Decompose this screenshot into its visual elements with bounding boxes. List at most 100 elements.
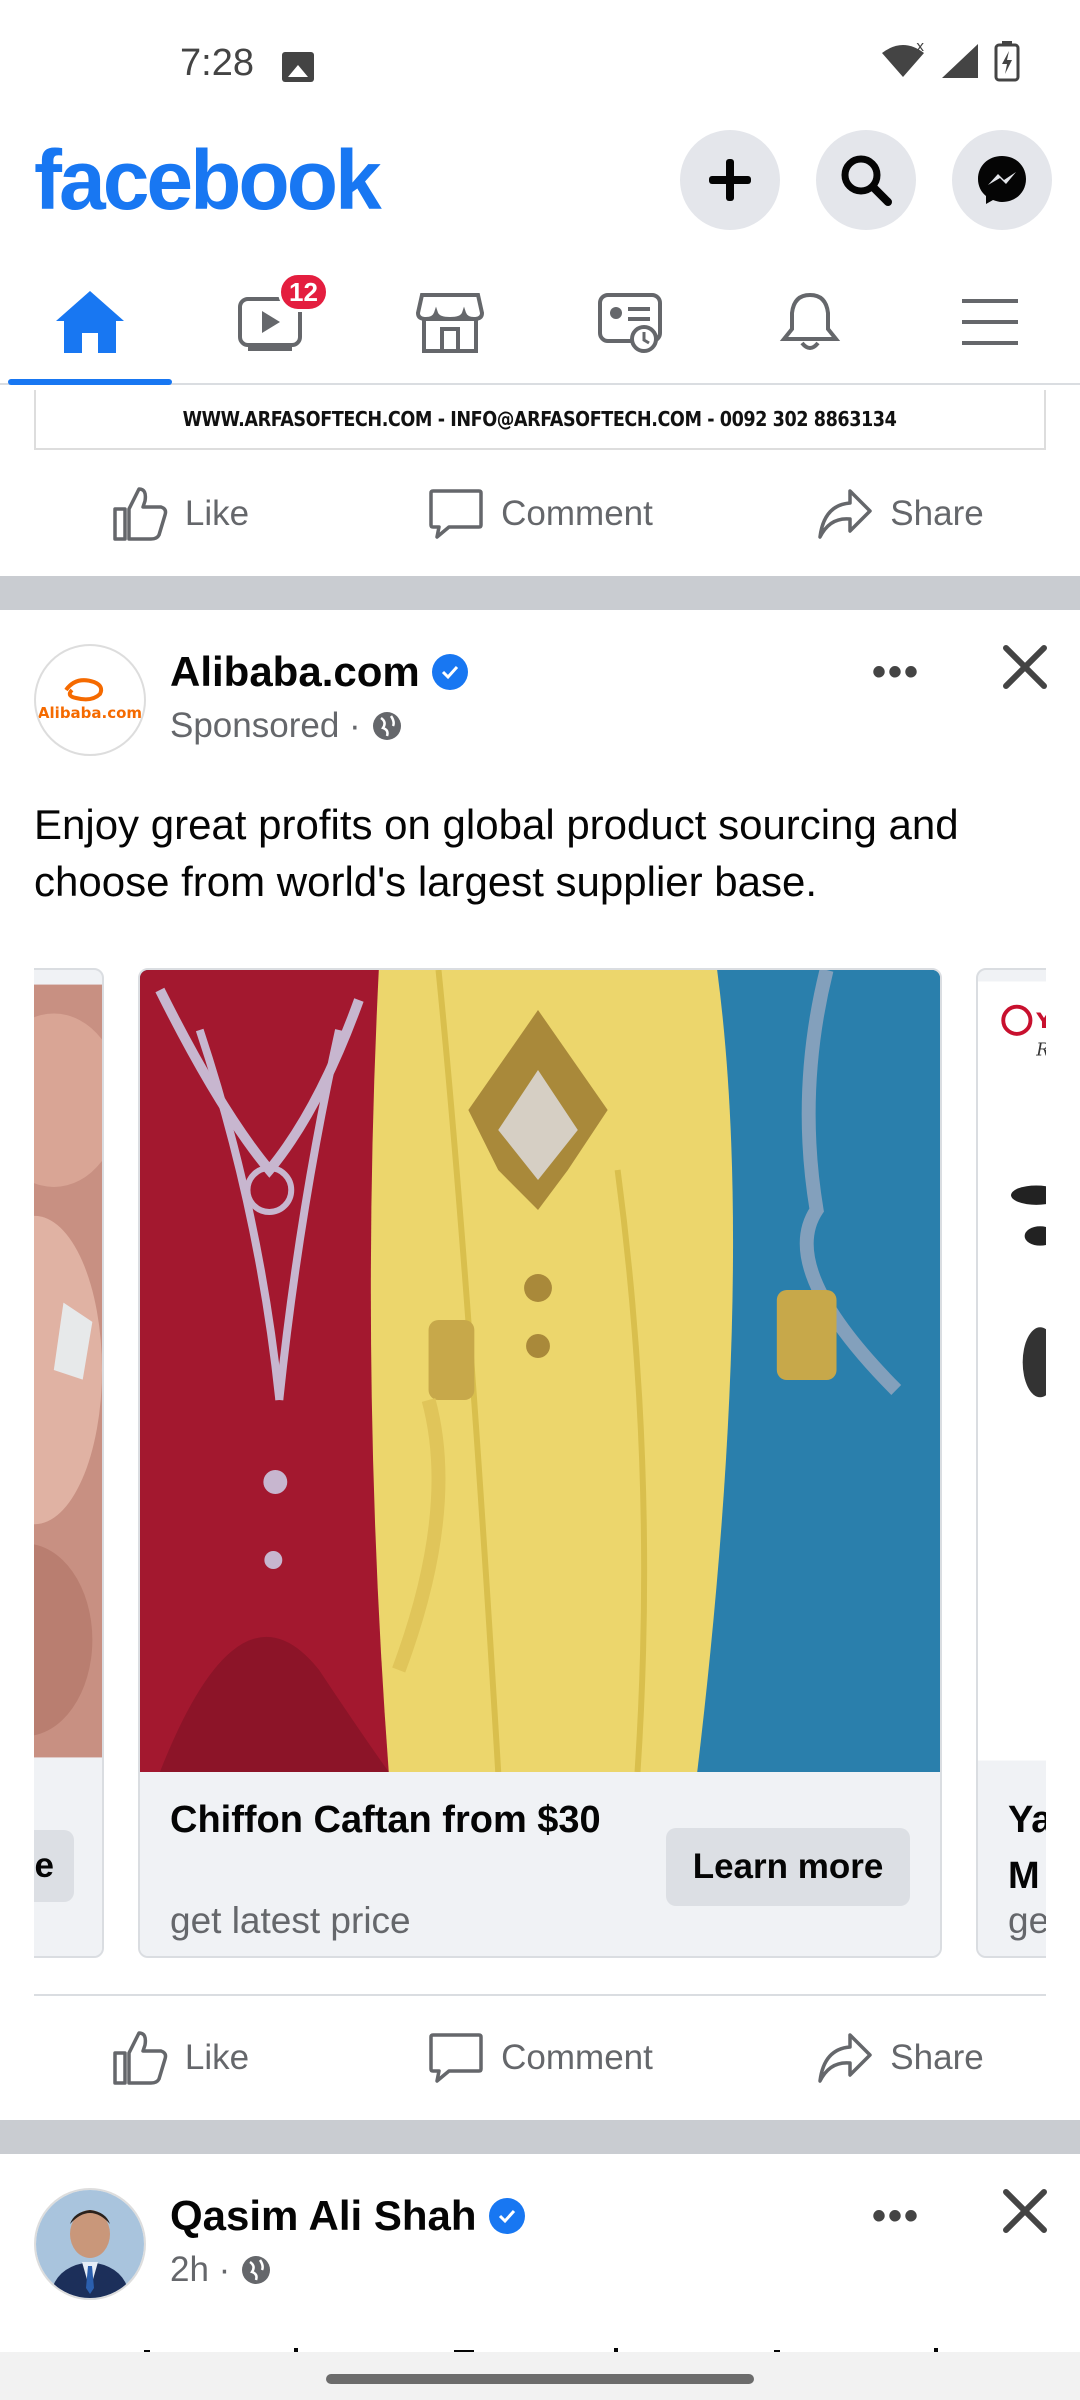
post-author[interactable]: Alibaba.com [170,648,468,696]
post-author[interactable]: Qasim Ali Shah [170,2192,525,2240]
card-subtitle: get latest price [170,1900,411,1941]
globe-icon [242,2256,271,2284]
like-icon [113,487,168,541]
hide-post-button[interactable] [1002,2188,1048,2239]
share-button[interactable]: Share [720,464,1080,564]
avatar[interactable]: Alibaba.com [34,644,146,756]
share-label: Share [890,494,984,533]
comment-button[interactable]: Comment [360,2008,720,2108]
close-icon [1003,645,1047,689]
status-icons: x [880,40,1020,82]
search-icon [841,155,892,206]
learn-more-button[interactable]: Learn more [666,1828,910,1906]
like-icon [113,2031,168,2085]
comment-label: Comment [501,2038,653,2077]
create-button[interactable] [680,130,780,230]
more-options-icon[interactable]: ••• [872,650,920,695]
verified-badge-icon [488,2198,525,2234]
add-icon [709,159,751,201]
close-icon [1003,2189,1047,2233]
like-button[interactable]: Like [0,2008,360,2108]
comment-button[interactable]: Comment [360,464,720,564]
news-icon [598,292,662,353]
messenger-button[interactable] [952,130,1052,230]
app-header: facebook [0,130,1080,260]
carousel-card-prev[interactable]: e [34,968,104,1958]
hide-post-button[interactable] [1002,644,1048,695]
feed-separator [0,576,1080,610]
svg-text:Alibaba.com: Alibaba.com [38,704,142,722]
post-time: 2h · [170,2250,231,2289]
image-icon [282,52,314,82]
card-footer: Ya M ge [978,1772,1046,1956]
profile-photo [36,2190,144,2298]
post-text: Enjoy great profits on global product so… [34,801,959,905]
tab-notifications[interactable] [720,260,900,383]
ad-post-actions: Like Comment Share [0,2008,1080,2108]
prev-post-actions: Like Comment Share [0,464,1080,564]
menu-icon [962,298,1018,345]
svg-text:Y: Y [1035,1009,1046,1034]
like-label: Like [184,2038,250,2077]
feed-separator [0,2120,1080,2154]
svg-text:R: R [1035,1040,1046,1060]
globe-icon [372,712,401,740]
bell-icon [779,292,841,350]
comment-icon [429,2033,483,2083]
like-button[interactable]: Like [0,464,360,564]
nav-tabs: 12 [0,260,1080,385]
card-title: Chiffon Caftan from $30 [170,1799,601,1841]
card-subtitle-next: ge [1008,1900,1046,1941]
tab-menu[interactable] [900,260,1080,383]
search-button[interactable] [816,130,916,230]
video-badge: 12 [278,272,329,312]
status-time: 7:28 [180,42,254,84]
status-bar: 7:28 x [0,0,1080,130]
banner-text: WWW.ARFASOFTECH.COM - INFO@ARFASOFTECH.C… [183,407,897,431]
signal-icon [942,44,978,78]
product-image-prev [34,984,102,1758]
comment-icon [429,489,483,539]
share-icon [818,489,873,539]
wifi-icon: x [882,43,924,77]
battery-charging-icon [994,41,1020,82]
tab-home[interactable] [0,260,180,385]
verified-badge-icon [431,654,468,690]
product-image-next: Y R [978,981,1046,1761]
card-footer: Chiffon Caftan from $30 get latest price… [140,1772,940,1956]
author-name[interactable]: Qasim Ali Shah [170,2192,477,2240]
card-title-next: Ya M [1008,1799,1046,1897]
tab-news[interactable] [540,260,720,383]
home-indicator[interactable] [326,2374,754,2384]
facebook-logo[interactable]: facebook [34,130,382,230]
marketplace-icon [415,292,485,353]
home-icon [56,290,124,353]
tab-video[interactable]: 12 [180,260,360,383]
carousel-card[interactable]: Chiffon Caftan from $30 get latest price… [138,968,942,1958]
post-image-banner[interactable]: WWW.ARFASOFTECH.COM - INFO@ARFASOFTECH.C… [34,390,1046,450]
ad-post-header: Alibaba.com Alibaba.com Sponsored · ••• [0,644,1080,784]
active-tab-indicator [8,379,172,385]
learn-more-button-prev[interactable]: e [34,1830,74,1902]
product-image [140,970,940,1772]
author-name[interactable]: Alibaba.com [170,648,420,696]
avatar[interactable] [34,2188,146,2300]
card-footer: e [34,1772,102,1956]
sponsored-label: Sponsored · [170,706,361,745]
more-options-icon[interactable]: ••• [872,2194,920,2239]
actions-divider [34,1994,1046,1996]
tab-marketplace[interactable] [360,260,540,383]
comment-label: Comment [501,494,653,533]
carousel-card-next[interactable]: Y R Ya M ge [976,968,1046,1958]
ad-carousel[interactable]: e Chiffon Caftan from $30 get latest pri… [34,968,1046,1960]
post-meta: Sponsored · [170,706,403,746]
messenger-icon [978,156,1026,204]
share-button[interactable]: Share [720,2008,1080,2108]
like-label: Like [184,494,250,533]
share-label: Share [890,2038,984,2077]
svg-text:x: x [916,43,924,55]
post-meta: 2h · [170,2250,272,2290]
alibaba-logo: Alibaba.com [38,678,142,722]
share-icon [818,2033,873,2083]
next-post-header: Qasim Ali Shah 2h · ••• [0,2188,1080,2328]
